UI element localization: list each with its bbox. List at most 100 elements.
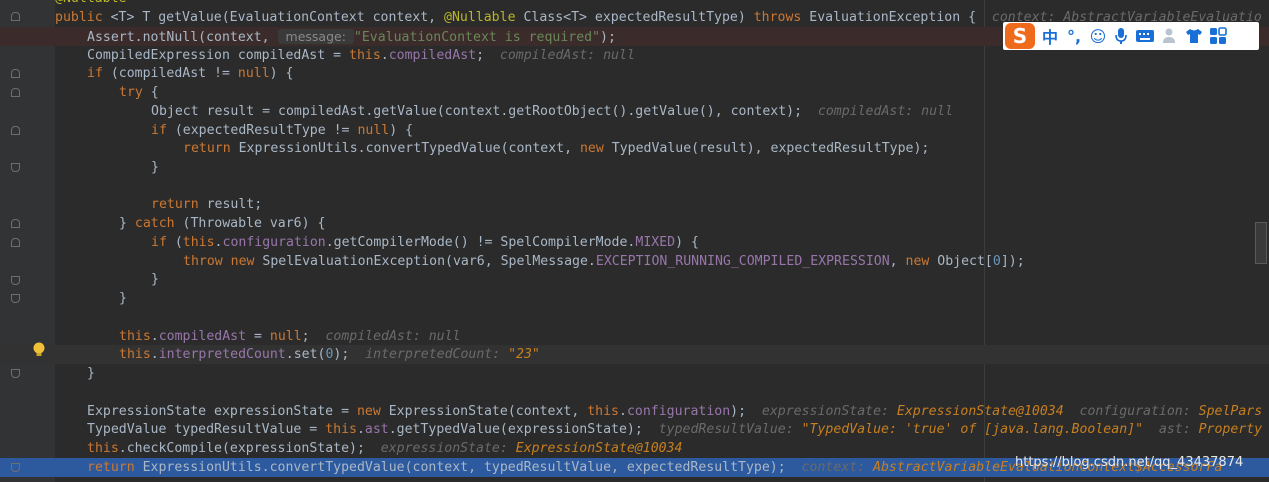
watermark-text: https://blog.csdn.net/qq_43437874 [1015,455,1244,470]
code-text: Assert.notNull(context, message: "Evalua… [87,27,616,47]
code-line[interactable]: if (compiledAst != null) { [0,64,1269,83]
code-token: compiledAst [388,48,477,63]
input-mode-toggle[interactable]: 中 [1041,24,1059,48]
emoji-icon[interactable]: ☺ [1089,27,1107,46]
punctuation-toggle[interactable]: °, [1065,27,1083,46]
code-line[interactable]: ExpressionState expressionState = new Ex… [0,402,1269,421]
ime-toolbar: S 中 °, ☺ [1003,22,1259,50]
code-token: TypedValue(result), expectedResultType); [603,141,930,156]
code-token: ); [730,404,762,419]
code-token: ); [333,347,366,362]
code-token: <T> T getValue(EvaluationContext context… [110,10,445,25]
code-text: CompiledExpression compiledAst = this.co… [87,46,635,65]
code-token: null [269,329,302,344]
inline-debug-value: expressionState: [380,441,516,456]
code-line[interactable]: } [0,364,1269,383]
code-line[interactable]: if (this.configuration.getCompilerMode()… [0,233,1269,252]
code-token: ExpressionUtils.convertTypedValue(contex… [230,141,580,156]
code-token: (Throwable var6) { [174,216,326,231]
user-icon[interactable] [1161,27,1179,45]
code-token: Assert.notNull(context, [87,30,278,45]
code-text: this.interpretedCount.set(0); interprete… [119,345,540,364]
code-line[interactable]: this.compiledAst = null; compiledAst: nu… [0,327,1269,346]
code-token: ; [476,48,500,63]
code-token: } [119,216,135,231]
fold-marker-icon[interactable] [11,463,20,472]
code-token: throw new [183,254,255,269]
code-token: compiledAst [158,329,247,344]
code-line[interactable]: Object result = compiledAst.getValue(con… [0,102,1269,121]
sogou-logo-icon[interactable]: S [1005,23,1035,49]
code-token: throws [753,10,802,25]
code-line[interactable]: throw new SpelEvaluationException(var6, … [0,252,1269,271]
code-token: 0 [992,254,1001,269]
code-token: .getTypedValue(expressionState); [388,422,659,437]
code-token: new [579,141,604,156]
fold-marker-icon[interactable] [11,69,20,78]
code-line[interactable]: return ExpressionUtils.convertTypedValue… [0,139,1269,158]
lightbulb-icon[interactable] [32,342,46,358]
code-text: } [119,289,127,308]
code-line[interactable]: if (expectedResultType != null) { [0,121,1269,140]
microphone-icon[interactable] [1113,27,1129,45]
fold-marker-icon[interactable] [11,238,20,247]
inline-debug-value: SpelPars [1198,404,1263,419]
code-token: , [889,254,906,269]
fold-marker-icon[interactable] [11,126,20,135]
code-line[interactable]: } catch (Throwable var6) { [0,214,1269,233]
fold-marker-icon[interactable] [11,369,20,378]
code-token: "EvaluationContext is required" [353,30,601,45]
fold-marker-icon[interactable] [11,163,20,172]
code-line[interactable]: return result; [0,195,1269,214]
code-token: } [87,366,95,381]
grid-icon[interactable] [1209,27,1227,45]
code-text: @Nullable [55,0,126,8]
code-token: catch [134,216,175,231]
code-line[interactable] [0,308,1269,327]
inline-debug-value: typedResultValue: [658,422,802,437]
shirt-icon[interactable] [1185,27,1203,45]
code-token: ( [166,235,183,250]
code-line[interactable]: try { [0,83,1269,102]
code-token: ]); [1000,254,1025,269]
code-token: Object[ [929,254,993,269]
fold-marker-icon[interactable] [11,276,20,285]
keyboard-icon[interactable] [1135,28,1155,44]
inline-debug-value: ExpressionState@10034 [896,404,1064,419]
code-line[interactable] [0,383,1269,402]
code-token: configuration [626,404,731,419]
code-text: ExpressionState expressionState = new Ex… [87,402,1262,421]
code-token: .getCompilerMode() != SpelCompilerMode. [325,235,636,250]
code-token: = [246,329,270,344]
code-token: this [119,329,151,344]
code-token: if [151,235,167,250]
code-token: public [55,10,111,25]
code-line[interactable] [0,177,1269,196]
fold-marker-icon[interactable] [11,88,20,97]
code-token: if [87,66,103,81]
fold-marker-icon[interactable] [11,294,20,303]
code-token: configuration [222,235,326,250]
code-text: TypedValue typedResultValue = this.ast.g… [87,420,1262,439]
code-line[interactable]: } [0,158,1269,177]
code-line[interactable]: @Nullable [0,0,1269,8]
fold-marker-icon[interactable] [11,219,20,228]
inline-debug-value: Property [1198,422,1263,437]
fold-marker-icon[interactable] [11,12,20,21]
code-line[interactable]: TypedValue typedResultValue = this.ast.g… [0,420,1269,439]
code-token: EXCEPTION_RUNNING_COMPILED_EXPRESSION [595,254,890,269]
inline-debug-value: ast: [1143,422,1199,437]
code-token: . [214,235,223,250]
code-line[interactable]: this.interpretedCount.set(0); interprete… [0,345,1269,364]
scrollbar-marker[interactable] [1255,222,1267,264]
inline-debug-value: ExpressionState@10034 [515,441,683,456]
code-token: Object result = compiledAst.getValue(con… [151,104,818,119]
code-line[interactable]: } [0,289,1269,308]
code-token: this [87,441,119,456]
code-token: ast [364,422,389,437]
code-token: this [119,347,151,362]
code-token: @Nullable [55,0,126,6]
code-line[interactable]: } [0,270,1269,289]
code-token: Class<T> expectedResultType) [515,10,754,25]
inline-debug-value: "23" [508,347,540,362]
